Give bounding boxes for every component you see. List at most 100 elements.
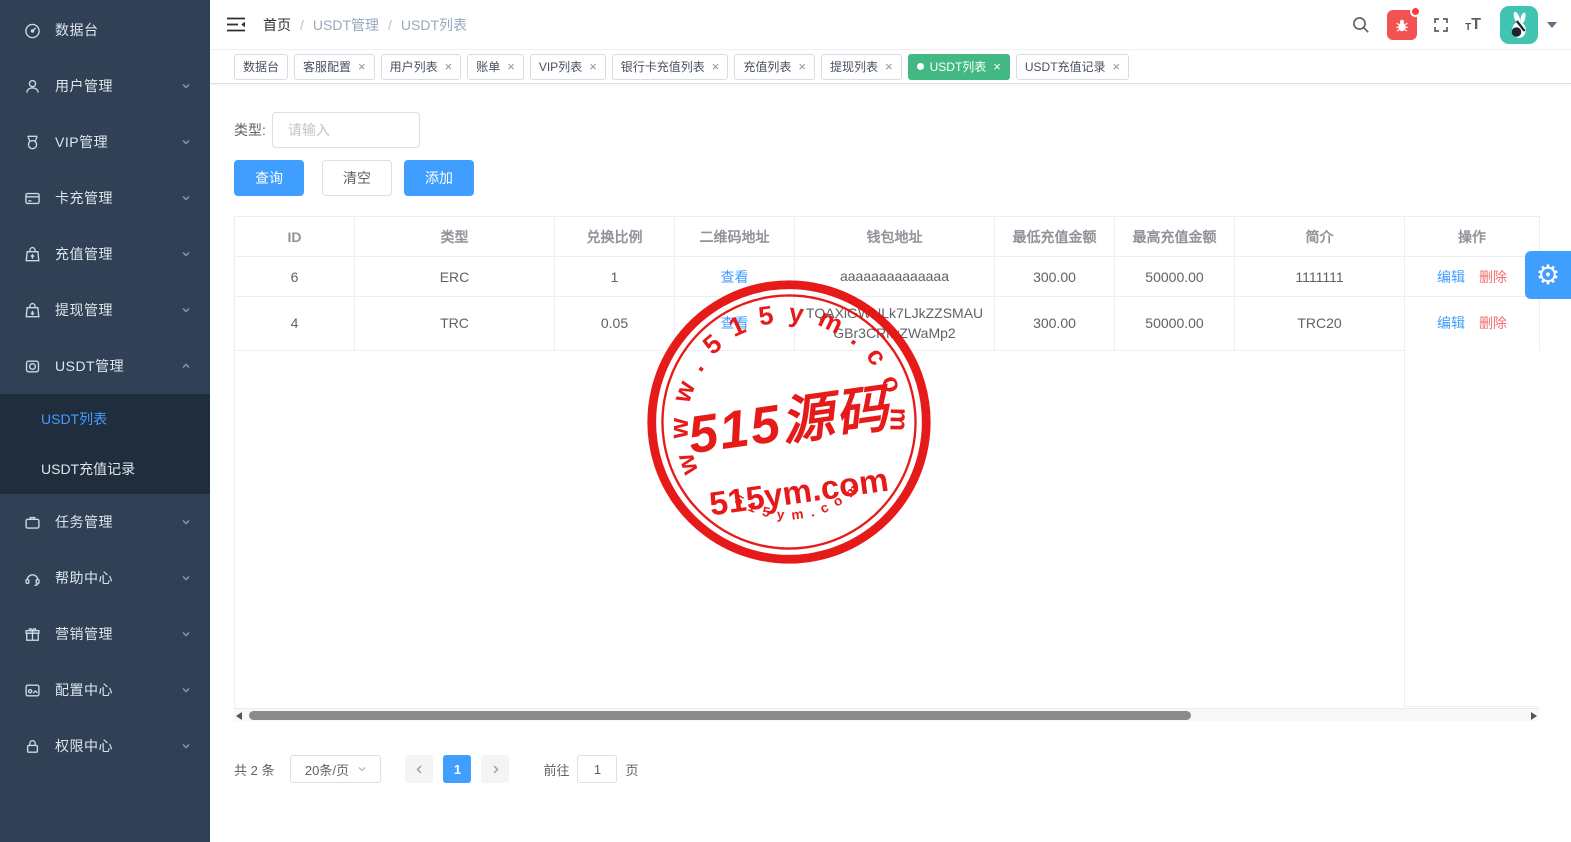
close-icon[interactable]: × bbox=[993, 60, 1001, 73]
sidebar-item-usdt[interactable]: USDT管理 bbox=[0, 338, 210, 394]
page-number-current[interactable]: 1 bbox=[443, 755, 471, 783]
tab-withdraw-list[interactable]: 提现列表× bbox=[821, 54, 902, 80]
sidebar-item-label: USDT管理 bbox=[55, 356, 180, 376]
tab-label: VIP列表 bbox=[539, 58, 582, 75]
chevron-down-icon bbox=[357, 764, 367, 774]
tab-usdt-list-active[interactable]: USDT列表× bbox=[908, 54, 1010, 80]
tab-label: 用户列表 bbox=[390, 58, 438, 75]
sidebar-subitem-usdt-list[interactable]: USDT列表 bbox=[0, 394, 210, 444]
chevron-down-icon bbox=[180, 80, 192, 92]
edit-link[interactable]: 编辑 bbox=[1437, 315, 1465, 331]
content: 类型: 查询 清空 添加 ID 类型 兑换比例 二维码 bbox=[210, 84, 1571, 783]
view-qr-link[interactable]: 查看 bbox=[721, 269, 749, 285]
fullscreen-icon[interactable] bbox=[1432, 16, 1450, 34]
close-icon[interactable]: × bbox=[507, 60, 515, 73]
horizontal-scrollbar[interactable] bbox=[234, 708, 1539, 721]
close-icon[interactable]: × bbox=[358, 60, 366, 73]
tab-label: 数据台 bbox=[243, 58, 279, 75]
usdt-submenu: USDT列表 USDT充值记录 bbox=[0, 394, 210, 494]
chevron-down-icon bbox=[180, 572, 192, 584]
delete-link[interactable]: 删除 bbox=[1479, 269, 1507, 285]
type-filter-input[interactable] bbox=[272, 112, 420, 148]
column-header-id: ID bbox=[235, 217, 355, 257]
recharge-bag-icon bbox=[24, 246, 41, 263]
tab-bills[interactable]: 账单 × bbox=[467, 54, 524, 80]
sidebar-item-dashboard[interactable]: 数据台 bbox=[0, 2, 210, 58]
sidebar-subitem-usdt-recharge-records[interactable]: USDT充值记录 bbox=[0, 444, 210, 494]
sidebar-item-label: 配置中心 bbox=[55, 680, 180, 700]
sidebar-item-withdraw[interactable]: 提现管理 bbox=[0, 282, 210, 338]
cell-wallet: TQAXiGWNLk7LJkZZSMAUGBr3CRiwZWaMp2 bbox=[795, 297, 995, 351]
chevron-down-icon bbox=[180, 304, 192, 316]
cell-id: 4 bbox=[235, 297, 355, 351]
next-page-button[interactable] bbox=[481, 755, 509, 783]
sidebar-item-label: 帮助中心 bbox=[55, 568, 180, 588]
font-size-icon[interactable]: TT bbox=[1465, 17, 1481, 33]
sidebar-item-tasks[interactable]: 任务管理 bbox=[0, 494, 210, 550]
sidebar-item-recharge[interactable]: 充值管理 bbox=[0, 226, 210, 282]
query-button[interactable]: 查询 bbox=[234, 160, 304, 196]
tab-customer-service[interactable]: 客服配置× bbox=[294, 54, 375, 80]
cell-ratio: 0.05 bbox=[555, 297, 675, 351]
error-log-bug-button[interactable] bbox=[1387, 10, 1417, 40]
sidebar-item-help[interactable]: 帮助中心 bbox=[0, 550, 210, 606]
edit-link[interactable]: 编辑 bbox=[1437, 269, 1465, 285]
breadcrumb-separator: / bbox=[300, 17, 304, 33]
usdt-table: ID 类型 兑换比例 二维码地址 钱包地址 最低充值金额 最高充值金额 简介 操… bbox=[234, 216, 1539, 721]
chevron-down-icon bbox=[180, 740, 192, 752]
sidebar-item-config[interactable]: 配置中心 bbox=[0, 662, 210, 718]
tab-dashboard[interactable]: 数据台 bbox=[234, 54, 288, 80]
sidebar-item-card[interactable]: 卡充管理 bbox=[0, 170, 210, 226]
view-qr-link[interactable]: 查看 bbox=[721, 315, 749, 331]
dashboard-icon bbox=[24, 22, 41, 39]
active-dot-icon bbox=[917, 63, 924, 70]
tab-usdt-recharge-records[interactable]: USDT充值记录× bbox=[1016, 54, 1129, 80]
sidebar-item-permission[interactable]: 权限中心 bbox=[0, 718, 210, 774]
permission-lock-icon bbox=[24, 738, 41, 755]
scroll-right-arrow-icon[interactable] bbox=[1531, 712, 1537, 720]
sidebar-item-label: VIP管理 bbox=[55, 132, 180, 152]
column-header-type: 类型 bbox=[355, 217, 555, 257]
goto-page-input[interactable] bbox=[577, 755, 617, 783]
page-size-value: 20条/页 bbox=[305, 760, 349, 779]
sidebar-item-marketing[interactable]: 营销管理 bbox=[0, 606, 210, 662]
breadcrumb-home[interactable]: 首页 bbox=[263, 15, 291, 35]
scrollbar-thumb[interactable] bbox=[249, 711, 1191, 720]
goto-page-unit: 页 bbox=[625, 760, 638, 779]
close-icon[interactable]: × bbox=[885, 60, 893, 73]
close-icon[interactable]: × bbox=[798, 60, 806, 73]
chevron-down-icon bbox=[180, 516, 192, 528]
close-icon[interactable]: × bbox=[589, 60, 597, 73]
collapse-sidebar-icon[interactable] bbox=[226, 16, 246, 33]
goto-page-label: 前往 bbox=[543, 760, 569, 779]
search-icon[interactable] bbox=[1352, 16, 1370, 34]
page-size-select[interactable]: 20条/页 bbox=[290, 755, 381, 783]
close-icon[interactable]: × bbox=[712, 60, 720, 73]
clear-button[interactable]: 清空 bbox=[322, 160, 392, 196]
tab-bank-card-recharge-list[interactable]: 银行卡充值列表× bbox=[612, 54, 729, 80]
sidebar-item-users[interactable]: 用户管理 bbox=[0, 58, 210, 114]
column-header-min: 最低充值金额 bbox=[995, 217, 1115, 257]
close-icon[interactable]: × bbox=[1113, 60, 1121, 73]
sidebar-item-vip[interactable]: VIP管理 bbox=[0, 114, 210, 170]
cell-intro: 1111111 bbox=[1235, 257, 1405, 297]
tab-label: 账单 bbox=[476, 58, 500, 75]
scroll-left-arrow-icon[interactable] bbox=[236, 712, 242, 720]
avatar[interactable] bbox=[1500, 6, 1538, 44]
tab-recharge-list[interactable]: 充值列表× bbox=[734, 54, 815, 80]
delete-link[interactable]: 删除 bbox=[1479, 315, 1507, 331]
prev-page-button[interactable] bbox=[405, 755, 433, 783]
avatar-dropdown-caret-icon[interactable] bbox=[1547, 22, 1557, 28]
help-headset-icon bbox=[24, 570, 41, 587]
close-icon[interactable]: × bbox=[445, 60, 453, 73]
tab-user-list[interactable]: 用户列表 × bbox=[381, 54, 462, 80]
usdt-coin-icon bbox=[24, 358, 41, 375]
pagination: 共 2 条 20条/页 1 前往 页 bbox=[234, 755, 1571, 783]
settings-gear-button[interactable]: ⚙ bbox=[1525, 251, 1571, 299]
add-button[interactable]: 添加 bbox=[404, 160, 474, 196]
table-row: 4 TRC 0.05 查看 TQAXiGWNLk7LJkZZSMAUGBr3CR… bbox=[235, 297, 1540, 351]
withdraw-bag-icon bbox=[24, 302, 41, 319]
notification-dot bbox=[1410, 6, 1421, 17]
tab-vip-list[interactable]: VIP列表 × bbox=[530, 54, 606, 80]
chevron-right-icon bbox=[490, 764, 501, 775]
